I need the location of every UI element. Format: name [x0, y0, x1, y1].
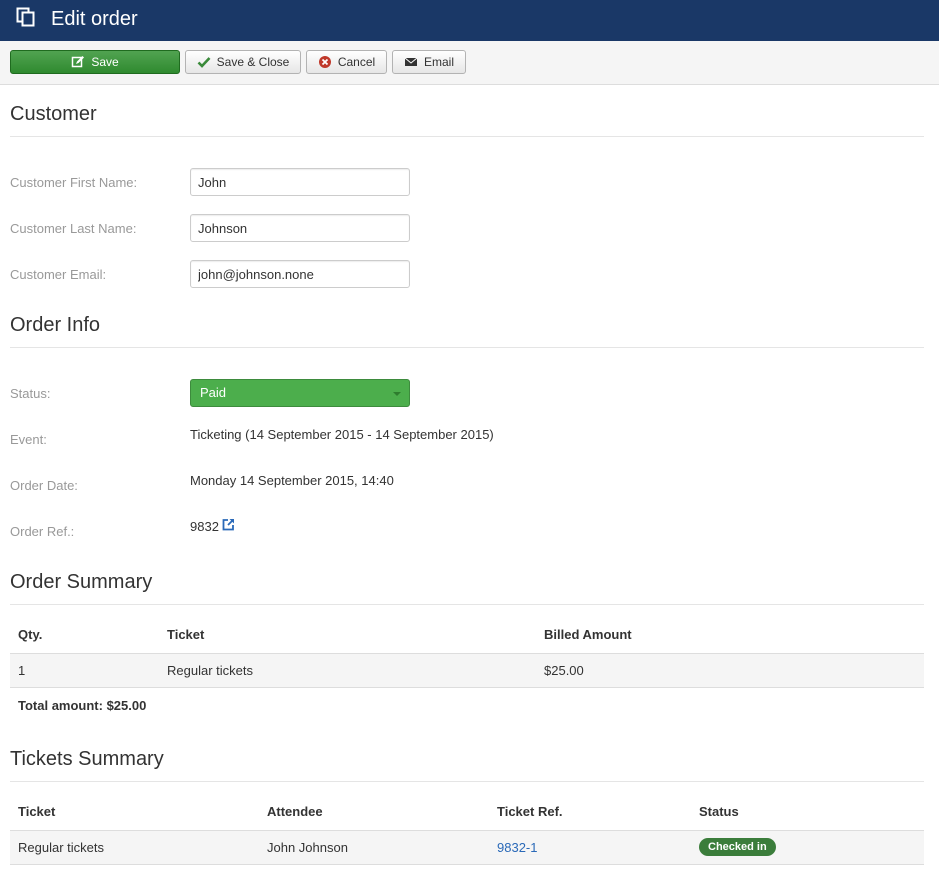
page-title: Edit order [51, 8, 138, 30]
cancel-label: Cancel [337, 55, 376, 69]
column-header-ticket: Ticket [159, 617, 536, 654]
column-header-ticket-ref: Ticket Ref. [489, 794, 691, 831]
column-header-billed-amount: Billed Amount [536, 617, 924, 654]
email-label-text: Customer Email: [10, 267, 107, 282]
envelope-icon [404, 57, 418, 66]
section-title-order-info: Order Info [10, 313, 924, 348]
last-name-label: Customer Last Name: [10, 221, 137, 236]
column-header-qty: Qty. [10, 617, 159, 654]
qty-cell: 1 [18, 662, 26, 678]
section-title-tickets-summary: Tickets Summary [10, 747, 924, 782]
page-header: Edit order [0, 0, 939, 41]
table-row: Regular tickets John Johnson 9832-1 Chec… [10, 830, 924, 864]
order-ref-value: 9832 [190, 519, 219, 534]
table-row: 1 Regular tickets $25.00 [10, 653, 924, 687]
save-button[interactable]: Save [10, 50, 180, 74]
ticket-ref-cell: 9832-1 [489, 830, 691, 864]
order-date-label: Order Date: [10, 478, 78, 493]
column-header-ticket: Ticket [10, 794, 259, 831]
total-amount: Total amount: $25.00 [18, 698, 147, 713]
column-header-status: Status [691, 794, 924, 831]
order-date-value: Monday 14 September 2015, 14:40 [190, 473, 394, 488]
event-label: Event: [10, 432, 47, 447]
section-title-order-summary: Order Summary [10, 570, 924, 605]
column-header-attendee: Attendee [259, 794, 489, 831]
status-select[interactable]: Paid [190, 379, 410, 407]
edit-icon [72, 56, 85, 68]
first-name-label: Customer First Name: [10, 175, 138, 190]
external-link-icon[interactable] [222, 518, 235, 531]
toolbar: Save Save & Close Cancel Email [0, 41, 939, 85]
ticket-cell: Regular tickets [167, 662, 253, 678]
event-value: Ticketing (14 September 2015 - 14 Septem… [190, 427, 494, 442]
attendee-cell: John Johnson [267, 839, 348, 855]
cancel-icon [318, 56, 331, 68]
email-button[interactable]: Email [392, 50, 466, 74]
chevron-down-icon [393, 392, 401, 396]
last-name-input[interactable] [190, 214, 410, 242]
cancel-button[interactable]: Cancel [306, 50, 387, 74]
copy-icon [16, 7, 35, 27]
save-close-button[interactable]: Save & Close [185, 50, 301, 74]
status-badge: Checked in [699, 838, 776, 856]
order-ref-label: Order Ref.: [10, 524, 75, 539]
section-title-customer: Customer [10, 102, 924, 137]
save-close-label: Save & Close [216, 55, 290, 69]
status-cell: Checked in [691, 830, 924, 864]
email-input[interactable] [190, 260, 410, 288]
check-icon [197, 57, 211, 68]
save-label: Save [91, 55, 119, 69]
status-value: Paid [200, 385, 227, 400]
order-summary-table: Qty. Ticket Billed Amount 1 Regular tick… [10, 617, 924, 688]
tickets-summary-table: Ticket Attendee Ticket Ref. Status Regul… [10, 794, 924, 865]
status-label: Status: [10, 386, 51, 401]
ticket-ref-link[interactable]: 9832-1 [497, 840, 537, 855]
email-label: Email [423, 55, 454, 69]
first-name-input[interactable] [190, 168, 410, 196]
ticket-cell: Regular tickets [18, 839, 104, 855]
amount-cell: $25.00 [544, 662, 584, 678]
